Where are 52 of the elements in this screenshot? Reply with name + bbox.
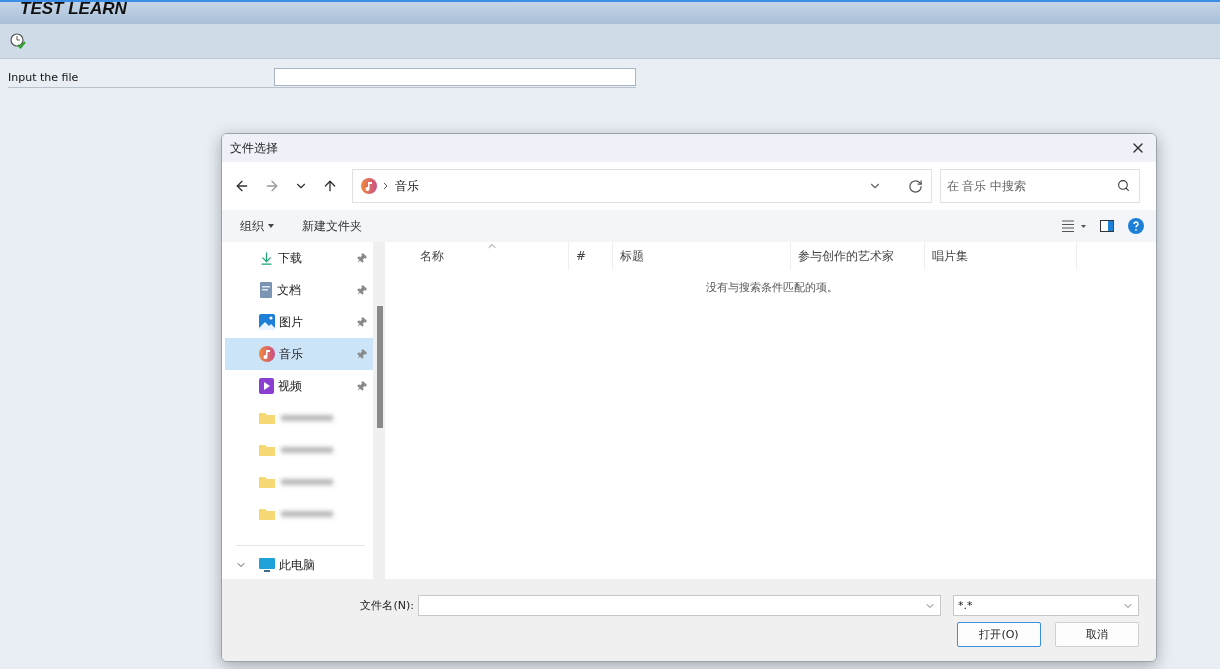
folder-icon (259, 412, 275, 424)
nav-item[interactable]: 此电脑 (225, 555, 373, 575)
nav-label: 下载 (278, 249, 303, 267)
folder-icon (259, 476, 275, 488)
nav-label: 图片 (279, 313, 304, 331)
scrollbar[interactable] (373, 242, 385, 579)
address-location: 音乐 (395, 177, 420, 195)
command-button[interactable]: 组织 (240, 217, 274, 235)
download-icon (259, 250, 274, 266)
filename-label: 文件名(N): (360, 598, 414, 613)
nav-label: 文档 (277, 281, 302, 299)
nav-item[interactable]: 视频 (225, 370, 373, 402)
help-icon[interactable] (1128, 218, 1144, 234)
music-note-icon (259, 346, 275, 362)
nav-item[interactable]: 下载 (225, 242, 373, 274)
nav-item[interactable]: 音乐 (225, 338, 373, 370)
nav-label: 音乐 (279, 345, 304, 363)
monitor-icon (259, 558, 275, 572)
folder-icon (259, 508, 275, 520)
video-icon (259, 378, 274, 394)
search-icon[interactable] (1117, 179, 1130, 192)
folder-icon (259, 444, 275, 456)
search-field[interactable]: 在 音乐 中搜索 (940, 169, 1140, 203)
command-button[interactable]: 新建文件夹 (302, 217, 362, 235)
column-header[interactable]: 唱片集 (925, 242, 1077, 270)
address-bar[interactable]: 音乐 (352, 169, 932, 203)
column-header[interactable]: # (569, 242, 613, 270)
page-title: TEST LEARN (20, 2, 128, 16)
list-view-icon[interactable] (1062, 220, 1086, 232)
refresh-icon[interactable] (908, 178, 923, 194)
nav-label: 视频 (278, 377, 303, 395)
file-input-field[interactable] (274, 68, 636, 86)
dialog-title: 文件选择 (230, 139, 278, 157)
column-header[interactable]: 标题 (613, 242, 791, 270)
field-label: Input the file (8, 70, 80, 84)
clock-check-icon[interactable] (10, 33, 26, 49)
empty-message: 没有与搜索条件匹配的项。 (705, 280, 839, 295)
image-icon (259, 314, 275, 330)
dialog-button[interactable]: 取消 (1055, 622, 1139, 647)
chevron-right-icon (383, 182, 389, 190)
arrow-right-icon (264, 178, 280, 194)
nav-label: 此电脑 (279, 556, 316, 574)
document-icon (259, 282, 273, 298)
dialog-button[interactable]: 打开(O) (957, 622, 1041, 647)
music-note-icon (361, 178, 377, 194)
filter-combo[interactable]: *.* (953, 595, 1139, 616)
preview-pane-icon[interactable] (1100, 220, 1114, 232)
nav-item[interactable]: 文档 (225, 274, 373, 306)
column-header[interactable]: 参与创作的艺术家 (791, 242, 925, 270)
nav-item[interactable]: 图片 (225, 306, 373, 338)
caret-down-icon (268, 224, 274, 228)
column-header[interactable]: 名称 (388, 242, 569, 270)
